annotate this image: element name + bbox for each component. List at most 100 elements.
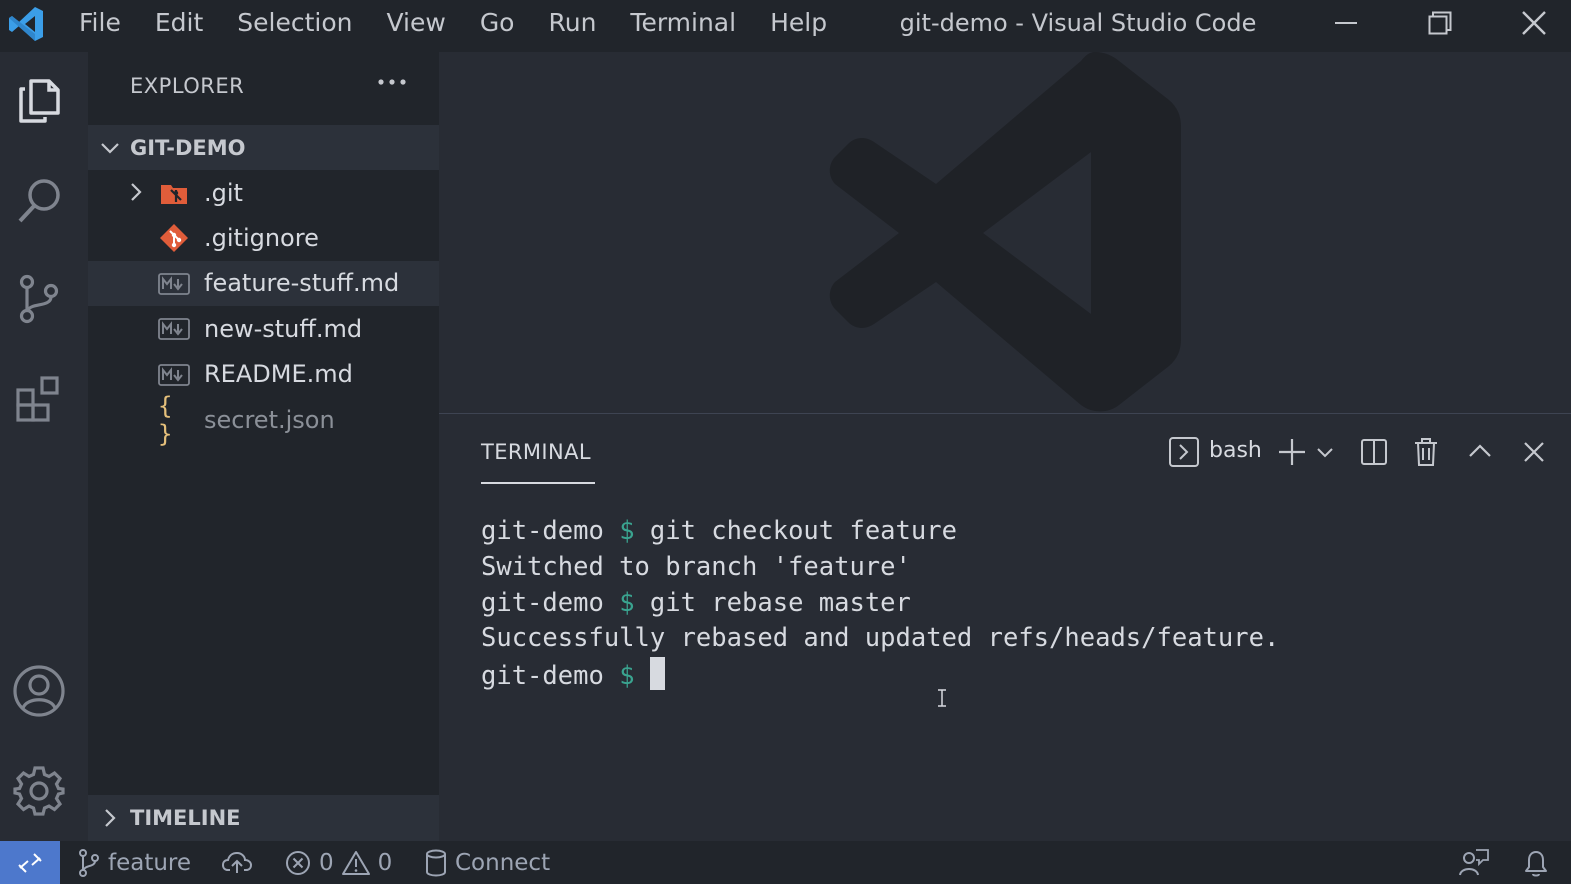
git-folder-icon bbox=[158, 177, 190, 209]
title-bar: File Edit Selection View Go Run Terminal… bbox=[0, 0, 1571, 52]
account-icon bbox=[13, 665, 65, 717]
error-count: 0 bbox=[319, 849, 334, 876]
tree-item-secret-json[interactable]: { } secret.json bbox=[88, 391, 439, 448]
feedback-icon bbox=[1459, 848, 1489, 875]
publish-branch-button[interactable] bbox=[222, 841, 260, 884]
git-file-icon bbox=[158, 222, 190, 254]
tree-item-new-stuff[interactable]: new-stuff.md bbox=[88, 306, 439, 351]
file-name: secret.json bbox=[204, 405, 335, 434]
terminal-line: Switched to branch 'feature' bbox=[481, 551, 911, 582]
close-window-button[interactable] bbox=[1487, 0, 1571, 46]
minimize-button[interactable] bbox=[1299, 0, 1393, 46]
feedback-button[interactable] bbox=[1458, 841, 1498, 884]
terminal-dropdown-button[interactable] bbox=[1311, 432, 1339, 472]
terminal-line: git-demo $ git rebase master bbox=[481, 587, 911, 618]
connect-status[interactable]: Connect bbox=[425, 841, 550, 884]
chevron-up-icon bbox=[1469, 444, 1491, 457]
search-icon bbox=[18, 179, 60, 223]
branch-status[interactable]: feature bbox=[78, 841, 191, 884]
menu-selection[interactable]: Selection bbox=[220, 0, 369, 46]
markdown-icon bbox=[158, 313, 190, 345]
minimize-icon bbox=[1335, 22, 1357, 24]
terminal-line: Successfully rebased and updated refs/he… bbox=[481, 623, 1280, 654]
chevron-right-icon bbox=[105, 809, 116, 827]
vscode-watermark-icon bbox=[829, 52, 1181, 412]
kill-terminal-button[interactable] bbox=[1409, 432, 1443, 472]
source-control-icon bbox=[19, 274, 59, 324]
new-terminal-button[interactable] bbox=[1275, 432, 1309, 472]
close-icon bbox=[1522, 11, 1546, 35]
split-icon bbox=[1361, 439, 1387, 465]
menu-bar: File Edit Selection View Go Run Terminal… bbox=[62, 0, 844, 46]
tree-item-git[interactable]: .git bbox=[88, 170, 439, 215]
tree-item-gitignore[interactable]: .gitignore bbox=[88, 215, 439, 260]
bell-icon bbox=[1525, 850, 1547, 876]
menu-view[interactable]: View bbox=[369, 0, 462, 46]
terminal-cursor bbox=[649, 657, 665, 691]
menu-edit[interactable]: Edit bbox=[138, 0, 220, 46]
explorer-sidebar: EXPLORER GIT-DEMO .git .gitignore featur… bbox=[88, 52, 439, 841]
tree-item-readme[interactable]: README.md bbox=[88, 352, 439, 397]
vscode-logo-icon bbox=[9, 7, 43, 41]
menu-terminal[interactable]: Terminal bbox=[613, 0, 753, 46]
editor-area bbox=[439, 52, 1571, 413]
explorer-icon bbox=[19, 79, 60, 123]
text-cursor-icon bbox=[938, 689, 946, 707]
plus-icon bbox=[1279, 439, 1305, 465]
database-icon bbox=[426, 849, 446, 877]
restore-button[interactable] bbox=[1393, 0, 1487, 46]
file-name: .git bbox=[204, 178, 243, 207]
timeline-label: TIMELINE bbox=[130, 806, 241, 830]
folder-header-git-demo[interactable]: GIT-DEMO bbox=[88, 125, 439, 170]
trash-icon bbox=[1415, 438, 1437, 466]
remote-indicator-button[interactable] bbox=[0, 841, 60, 884]
window-title: git-demo - Visual Studio Code bbox=[899, 9, 1257, 37]
chevron-down-icon bbox=[101, 142, 119, 154]
search-activity[interactable] bbox=[10, 172, 68, 230]
shell-selector[interactable]: bash bbox=[1209, 438, 1262, 463]
remote-icon bbox=[18, 852, 42, 873]
source-control-activity[interactable] bbox=[10, 270, 68, 328]
json-icon: { } bbox=[158, 391, 173, 448]
file-name: .gitignore bbox=[204, 224, 319, 253]
terminal-panel: TERMINAL bash git-demo $ git checkout fe… bbox=[439, 414, 1571, 841]
terminal-shell-icon bbox=[1166, 432, 1202, 472]
terminal-output[interactable]: git-demo $ git checkout feature Switched … bbox=[481, 514, 1279, 695]
markdown-icon bbox=[158, 268, 190, 300]
error-icon bbox=[286, 850, 310, 875]
connect-label: Connect bbox=[455, 849, 551, 876]
terminal-line: git-demo $ bbox=[481, 657, 1279, 695]
problems-status[interactable]: 0 0 bbox=[285, 841, 392, 884]
menu-go[interactable]: Go bbox=[463, 0, 532, 46]
settings-gear-icon bbox=[13, 766, 65, 816]
accounts-activity[interactable] bbox=[10, 662, 68, 720]
chevron-right-icon bbox=[131, 183, 142, 201]
markdown-icon bbox=[158, 359, 190, 391]
split-terminal-button[interactable] bbox=[1357, 432, 1391, 472]
file-name: README.md bbox=[204, 360, 353, 389]
folder-name: GIT-DEMO bbox=[130, 135, 246, 160]
tree-item-feature-stuff[interactable]: feature-stuff.md bbox=[88, 260, 439, 307]
timeline-section-header[interactable]: TIMELINE bbox=[88, 795, 439, 841]
git-branch-icon bbox=[79, 848, 99, 877]
menu-file[interactable]: File bbox=[62, 0, 138, 46]
extensions-activity[interactable] bbox=[10, 370, 68, 428]
notifications-button[interactable] bbox=[1522, 841, 1558, 884]
maximize-panel-button[interactable] bbox=[1463, 432, 1497, 472]
ellipsis-icon bbox=[378, 79, 406, 85]
manage-activity[interactable] bbox=[10, 762, 68, 820]
sidebar-title: EXPLORER bbox=[130, 74, 245, 98]
close-panel-button[interactable] bbox=[1517, 432, 1551, 472]
chevron-down-icon bbox=[1317, 448, 1333, 458]
menu-help[interactable]: Help bbox=[753, 0, 844, 46]
panel-actions: bash bbox=[439, 432, 1571, 472]
file-name: feature-stuff.md bbox=[204, 269, 400, 298]
explorer-activity[interactable] bbox=[10, 72, 68, 130]
branch-name: feature bbox=[108, 849, 192, 876]
more-actions-button[interactable] bbox=[374, 64, 410, 100]
status-bar: feature 0 0 Connect bbox=[0, 841, 1571, 884]
menu-run[interactable]: Run bbox=[531, 0, 613, 46]
warning-icon bbox=[341, 850, 370, 875]
active-tab-indicator bbox=[481, 482, 595, 484]
terminal-line: git-demo $ git checkout feature bbox=[481, 516, 957, 546]
